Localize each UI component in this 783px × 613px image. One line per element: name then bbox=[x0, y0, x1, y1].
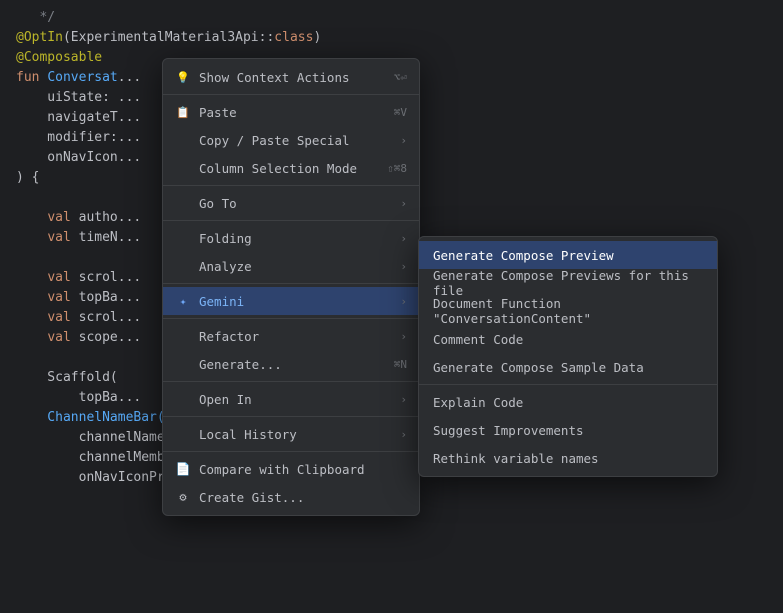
arrow-icon: › bbox=[400, 134, 407, 147]
paste-item[interactable]: 📋 Paste ⌘V bbox=[163, 98, 419, 126]
paste-icon: 📋 bbox=[175, 104, 191, 120]
suggest-improvements-label: Suggest Improvements bbox=[433, 423, 584, 438]
copy-paste-special-item[interactable]: Copy / Paste Special › bbox=[163, 126, 419, 154]
copy-paste-label: Copy / Paste Special bbox=[199, 133, 350, 148]
compare-icon: 📄 bbox=[175, 461, 191, 477]
history-icon bbox=[175, 426, 191, 442]
open-in-item[interactable]: Open In › bbox=[163, 385, 419, 413]
divider bbox=[163, 185, 419, 186]
shortcut-context-actions: ⌥⏎ bbox=[394, 71, 407, 84]
generate-icon bbox=[175, 356, 191, 372]
explain-code-item[interactable]: Explain Code bbox=[419, 388, 717, 416]
comment-code-item[interactable]: Comment Code bbox=[419, 325, 717, 353]
context-menu: 💡 Show Context Actions ⌥⏎ 📋 Paste ⌘V Cop… bbox=[162, 58, 420, 516]
open-in-icon bbox=[175, 391, 191, 407]
create-gist-label: Create Gist... bbox=[199, 490, 304, 505]
gemini-arrow-icon: › bbox=[400, 295, 407, 308]
goto-icon bbox=[175, 195, 191, 211]
generate-compose-preview-item[interactable]: Generate Compose Preview bbox=[419, 241, 717, 269]
refactor-item[interactable]: Refactor › bbox=[163, 322, 419, 350]
generate-compose-preview-label: Generate Compose Preview bbox=[433, 248, 614, 263]
folding-item[interactable]: Folding › bbox=[163, 224, 419, 252]
compare-label: Compare with Clipboard bbox=[199, 462, 365, 477]
analyze-arrow-icon: › bbox=[400, 260, 407, 273]
show-context-actions-item[interactable]: 💡 Show Context Actions ⌥⏎ bbox=[163, 63, 419, 91]
refactor-label: Refactor bbox=[199, 329, 259, 344]
divider bbox=[163, 220, 419, 221]
go-to-item[interactable]: Go To › bbox=[163, 189, 419, 217]
generate-shortcut: ⌘N bbox=[394, 358, 407, 371]
folding-label: Folding bbox=[199, 231, 252, 246]
go-to-label: Go To bbox=[199, 196, 237, 211]
divider bbox=[163, 451, 419, 452]
divider bbox=[163, 94, 419, 95]
comment-code-label: Comment Code bbox=[433, 332, 523, 347]
analyze-item[interactable]: Analyze › bbox=[163, 252, 419, 280]
generate-label: Generate... bbox=[199, 357, 282, 372]
analyze-label: Analyze bbox=[199, 259, 252, 274]
generate-compose-previews-file-item[interactable]: Generate Compose Previews for this file bbox=[419, 269, 717, 297]
generate-item[interactable]: Generate... ⌘N bbox=[163, 350, 419, 378]
create-gist-item[interactable]: ⚙ Create Gist... bbox=[163, 483, 419, 511]
column-icon bbox=[175, 160, 191, 176]
generate-compose-previews-file-label: Generate Compose Previews for this file bbox=[433, 268, 703, 298]
divider bbox=[163, 283, 419, 284]
open-in-label: Open In bbox=[199, 392, 252, 407]
refactor-icon bbox=[175, 328, 191, 344]
column-label: Column Selection Mode bbox=[199, 161, 357, 176]
rethink-variable-names-item[interactable]: Rethink variable names bbox=[419, 444, 717, 472]
document-function-label: Document Function "ConversationContent" bbox=[433, 296, 703, 326]
show-context-actions-label: Show Context Actions bbox=[199, 70, 350, 85]
submenu-divider bbox=[419, 384, 717, 385]
generate-compose-sample-label: Generate Compose Sample Data bbox=[433, 360, 644, 375]
compare-clipboard-item[interactable]: 📄 Compare with Clipboard bbox=[163, 455, 419, 483]
local-history-label: Local History bbox=[199, 427, 297, 442]
analyze-icon bbox=[175, 258, 191, 274]
code-line: */ bbox=[16, 8, 767, 28]
open-in-arrow-icon: › bbox=[400, 393, 407, 406]
refactor-arrow-icon: › bbox=[400, 330, 407, 343]
suggest-improvements-item[interactable]: Suggest Improvements bbox=[419, 416, 717, 444]
bulb-icon: 💡 bbox=[175, 69, 191, 85]
folding-arrow-icon: › bbox=[400, 232, 407, 245]
document-function-item[interactable]: Document Function "ConversationContent" bbox=[419, 297, 717, 325]
gemini-submenu: Generate Compose Preview Generate Compos… bbox=[418, 236, 718, 477]
folding-icon bbox=[175, 230, 191, 246]
copy-paste-icon bbox=[175, 132, 191, 148]
divider bbox=[163, 416, 419, 417]
generate-compose-sample-item[interactable]: Generate Compose Sample Data bbox=[419, 353, 717, 381]
local-history-item[interactable]: Local History › bbox=[163, 420, 419, 448]
column-shortcut: ⇧⌘8 bbox=[387, 162, 407, 175]
paste-shortcut: ⌘V bbox=[394, 106, 407, 119]
divider bbox=[163, 381, 419, 382]
goto-arrow-icon: › bbox=[400, 197, 407, 210]
gemini-item[interactable]: ✦ Gemini › bbox=[163, 287, 419, 315]
divider bbox=[163, 318, 419, 319]
history-arrow-icon: › bbox=[400, 428, 407, 441]
paste-label: Paste bbox=[199, 105, 237, 120]
column-selection-item[interactable]: Column Selection Mode ⇧⌘8 bbox=[163, 154, 419, 182]
rethink-variable-names-label: Rethink variable names bbox=[433, 451, 599, 466]
explain-code-label: Explain Code bbox=[433, 395, 523, 410]
code-line: @OptIn(ExperimentalMaterial3Api::class) bbox=[16, 28, 767, 48]
gemini-label: Gemini bbox=[199, 294, 244, 309]
gist-icon: ⚙ bbox=[175, 489, 191, 505]
gemini-icon: ✦ bbox=[175, 293, 191, 309]
